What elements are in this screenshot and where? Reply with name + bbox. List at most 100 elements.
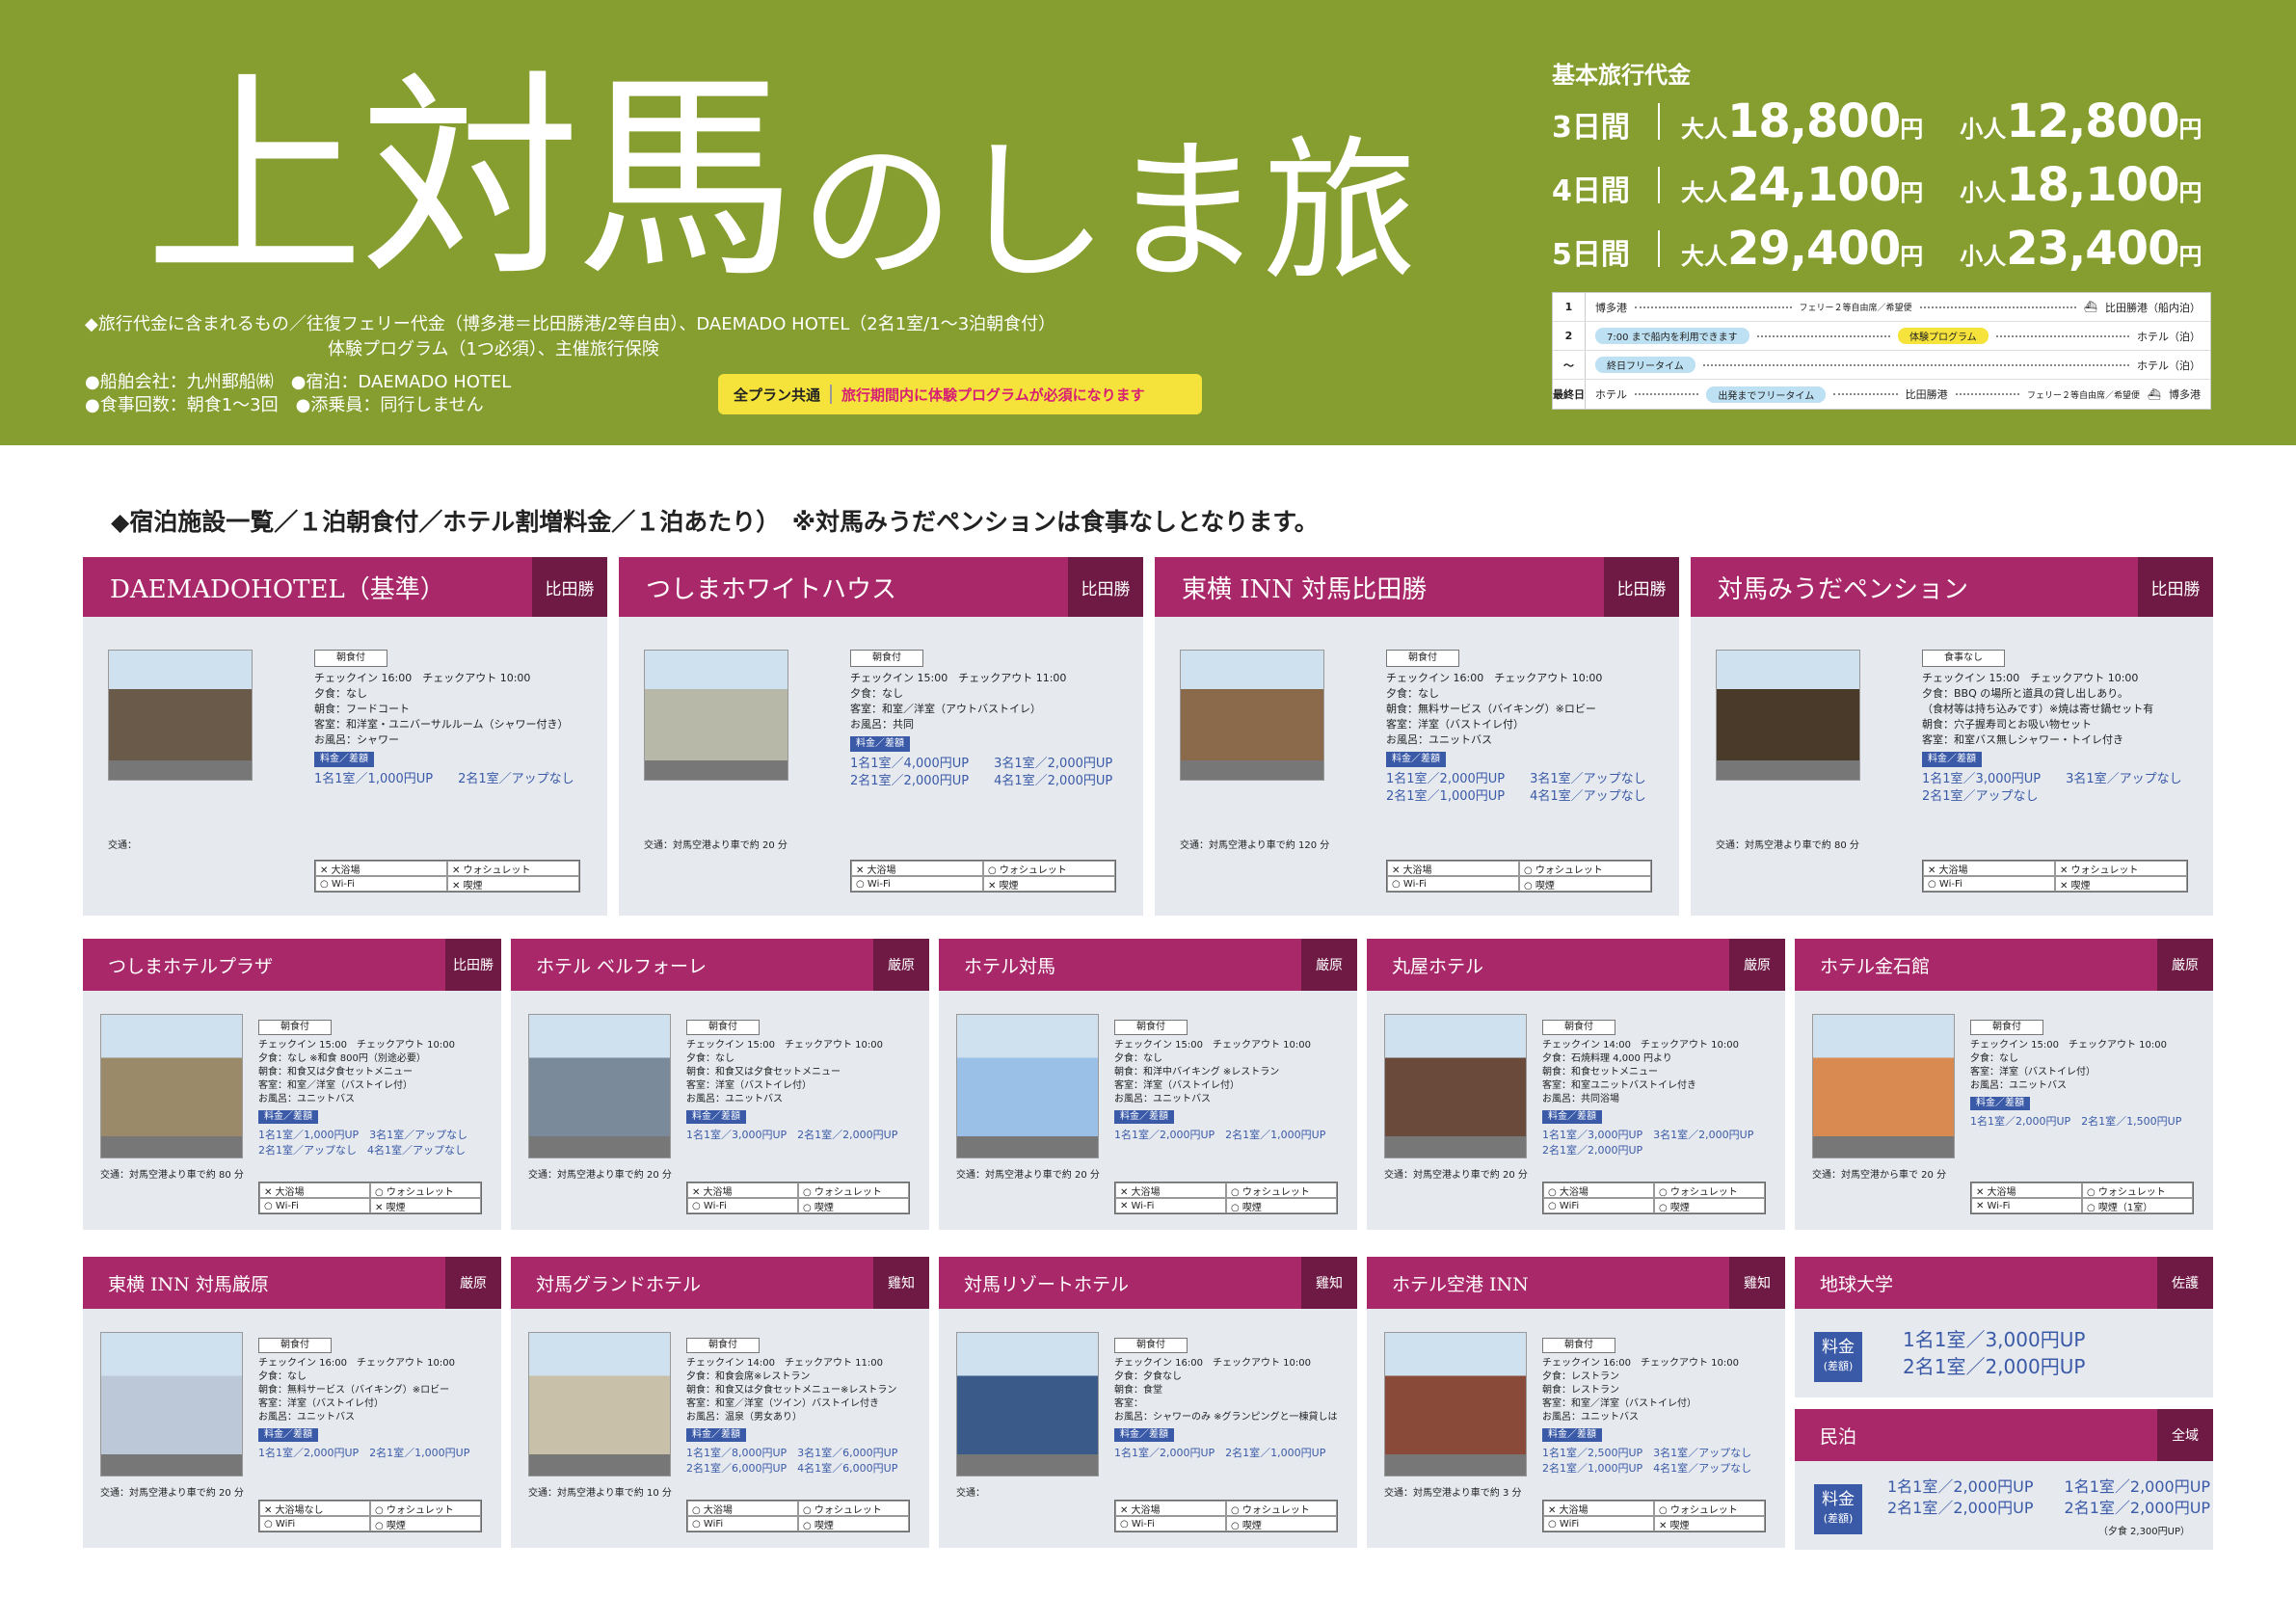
hotel-card-header: 対馬グランドホテル 雞知	[511, 1257, 929, 1309]
schedule-row: 2 7:00 まで船内を利用できます 体験プログラム ホテル（泊）	[1553, 322, 2210, 351]
amenities-grid: ✕ 大浴場なし ○ ウォシュレット ○ WiFi ○ 喫煙	[258, 1500, 482, 1532]
access-info: 交通：	[108, 840, 137, 851]
hotel-name: 対馬リゾートホテル	[964, 1273, 1130, 1295]
schedule-row: 〜終日フリータイム ホテル（泊）	[1553, 351, 2210, 380]
area-badge: 比田勝	[1068, 557, 1143, 617]
hotel-photo	[956, 1332, 1099, 1477]
hotel-photo	[1716, 650, 1860, 781]
hotel-name: 丸屋ホテル	[1392, 955, 1484, 977]
area-badge: 厳原	[1301, 939, 1357, 991]
hotel-card-header: つしまホワイトハウス 比田勝	[619, 557, 1143, 617]
hotel-photo	[644, 650, 788, 781]
chikyu-card: 地球大学 佐護 料金 (差額) 1名1室／3,000円UP 2名1室／2,000円UP	[1795, 1257, 2213, 1397]
access-info: 交通：対馬空港より車で約 20 分	[528, 1170, 672, 1181]
hotel-name: つしまホテルプラザ	[108, 955, 274, 977]
ship-icon: ⛴	[2084, 301, 2098, 313]
hotel-card-header: つしまホテルプラザ 比田勝	[83, 939, 501, 991]
info-text-2: ●食事回数：朝食1〜3回 ●添乗員：同行しません	[85, 395, 484, 415]
hotel-card-header: ホテル空港 INN 雞知	[1367, 1257, 1785, 1309]
area-badge: 比田勝	[2138, 557, 2213, 617]
amenities-grid: ✕ 大浴場 ○ ウォシュレット ✕ Wi-Fi ○ 喫煙	[1114, 1182, 1338, 1214]
hotel-photo	[1384, 1014, 1527, 1158]
access-info: 交通：	[956, 1488, 985, 1499]
hotel-photo	[956, 1014, 1099, 1158]
access-info: 交通：対馬空港より車で約 10 分	[528, 1488, 672, 1499]
hotel-details: 朝食付 チェックイン 16:00 チェックアウト 10:00 夕食：レストラン 朝食：…	[1542, 1338, 1752, 1475]
hotel-card-header: ホテル対馬 厳原	[939, 939, 1357, 991]
info-text: ●船舶会社：九州郵船㈱ ●宿泊：DAEMADO HOTEL	[85, 372, 512, 392]
area-badge: 雞知	[1301, 1257, 1357, 1309]
hotel-card: ホテル ベルフォーレ 厳原 朝食付 チェックイン 15:00 チェックアウト 10:0…	[511, 939, 929, 1230]
hotel-name: ホテル空港 INN	[1392, 1273, 1529, 1295]
area-badge: 厳原	[873, 939, 929, 991]
included-text: ◆旅行代金に含まれるもの／往復フェリー代金（博多港＝比田勝港/2等自由）、DAE…	[85, 314, 1056, 334]
amenities-grid: ✕ 大浴場 ○ ウォシュレット ○ WiFi ✕ 喫煙	[1542, 1500, 1766, 1532]
amenities-grid: ✕ 大浴場 ✕ ウォシュレット ○ Wi-Fi ✕ 喫煙	[1922, 860, 2188, 892]
hotel-photo	[528, 1014, 671, 1158]
hotel-card: ホテル空港 INN 雞知朝食付 チェックイン 16:00 チェックアウト 10:00…	[1367, 1257, 1785, 1548]
hotel-card: つしまホテルプラザ 比田勝 朝食付 チェックイン 15:00 チェックアウト 10:0…	[83, 939, 501, 1230]
amenities-grid: ✕ 大浴場 ○ ウォシュレット ○ Wi-Fi ○ 喫煙	[686, 1182, 910, 1214]
access-info: 交通：対馬空港より車で約 80 分	[100, 1170, 244, 1181]
hotel-card-header: 対馬リゾートホテル 雞知	[939, 1257, 1357, 1309]
hotel-name: 東横 INN 対馬厳原	[108, 1273, 269, 1295]
hotel-card: ホテル対馬 厳原 朝食付 チェックイン 15:00 チェックアウト 10:00 夕食：な…	[939, 939, 1357, 1230]
hotel-card: 丸屋ホテル 厳原 朝食付 チェックイン 14:00 チェックアウト 10:00 夕食：石…	[1367, 939, 1785, 1230]
hotel-card: DAEMADOHOTEL（基準） 比田勝朝食付 チェックイン 16:00 チェックア…	[83, 557, 607, 916]
access-info: 交通：対馬空港より車で約 3 分	[1384, 1488, 1522, 1499]
hotel-details: 朝食付 チェックイン 14:00 チェックアウト 10:00 夕食：石焼料理 4,0…	[1542, 1020, 1754, 1157]
access-info: 交通：対馬空港から車で 20 分	[1812, 1170, 1947, 1181]
minpaku-card: 民泊 全域 料金 (差額) 1名1室／2,000円UP 1名1室／2,000円UP 2…	[1795, 1409, 2213, 1550]
access-info: 交通：対馬空港より車で約 20 分	[644, 840, 788, 851]
hotel-details: 朝食付 チェックイン 15:00 チェックアウト 10:00 夕食：なし 客室：洋室（…	[1970, 1020, 2182, 1128]
hotel-details: 朝食付 チェックイン 14:00 チェックアウト 11:00 夕食：和食会席※レスト…	[686, 1338, 898, 1475]
schedule-row: 1 博多港 フェリー２等自由席／希望便 ⛴ 比田勝港（船内泊）	[1553, 293, 2210, 322]
amenities-grid: ✕ 大浴場 ○ ウォシュレット ✕ Wi-Fi ○ 喫煙（1室）	[1970, 1182, 2194, 1214]
hotel-name: DAEMADOHOTEL（基準）	[110, 574, 445, 604]
hotel-details: 朝食付 チェックイン 16:00 チェックアウト 10:00 夕食：なし 朝食：フード…	[314, 650, 574, 788]
hotel-card: つしまホワイトハウス 比田勝朝食付 チェックイン 15:00 チェックアウト 11:…	[619, 557, 1143, 916]
area-badge: 厳原	[2157, 939, 2213, 991]
hotel-photo	[528, 1332, 671, 1477]
hotel-name: 対馬みうだペンション	[1718, 574, 1969, 604]
area-badge: 比田勝	[1604, 557, 1679, 617]
price-label: 基本旅行代金	[1552, 62, 1691, 89]
hotel-card-header: DAEMADOHOTEL（基準） 比田勝	[83, 557, 607, 617]
amenities-grid: ✕ 大浴場 ○ ウォシュレット ○ Wi-Fi ○ 喫煙	[1386, 860, 1652, 892]
area-badge: 比田勝	[532, 557, 607, 617]
hotel-details: 朝食付 チェックイン 15:00 チェックアウト 11:00 夕食：なし 客室：和室／…	[850, 650, 1112, 790]
hotel-photo	[1384, 1332, 1527, 1477]
page-title: 上対馬 のしま旅	[145, 51, 1418, 307]
hotel-photo	[108, 650, 253, 781]
hotel-photo	[1180, 650, 1324, 781]
hotel-card: 対馬みうだペンション 比田勝 食事なし チェックイン 15:00 チェックアウト 10…	[1691, 557, 2213, 916]
amenities-grid: ✕ 大浴場 ✕ ウォシュレット ○ Wi-Fi ✕ 喫煙	[314, 860, 580, 892]
area-badge: 雞知	[873, 1257, 929, 1309]
hotel-name: 東横 INN 対馬比田勝	[1182, 574, 1428, 604]
area-badge: 厳原	[445, 1257, 501, 1309]
amenities-grid: ✕ 大浴場 ○ ウォシュレット ○ Wi-Fi ✕ 喫煙	[258, 1182, 482, 1214]
price-row: 3日間 大人 18,800 円 小人 12,800 円	[1552, 94, 2203, 148]
area-badge: 比田勝	[445, 939, 501, 991]
hotel-name: ホテル金石館	[1820, 955, 1931, 977]
hotel-details: 朝食付 チェックイン 16:00 チェックアウト 10:00 夕食：なし 朝食：無料サ…	[258, 1338, 470, 1459]
schedule-table: 1 博多港 フェリー２等自由席／希望便 ⛴ 比田勝港（船内泊） 2 7:00 まで船内を利…	[1552, 292, 2211, 410]
hotel-details: 朝食付 チェックイン 16:00 チェックアウト 10:00 夕食：なし 朝食：無料サ…	[1386, 650, 1646, 806]
hotel-card-header: 対馬みうだペンション 比田勝	[1691, 557, 2213, 617]
hotel-name: ホテル ベルフォーレ	[536, 955, 707, 977]
hotel-card-header: 東横 INN 対馬厳原 厳原	[83, 1257, 501, 1309]
hotel-photo	[100, 1014, 243, 1158]
access-info: 交通：対馬空港より車で約 20 分	[1384, 1170, 1528, 1181]
access-info: 交通：対馬空港より車で約 120 分	[1180, 840, 1330, 851]
access-info: 交通：対馬空港より車で約 20 分	[100, 1488, 244, 1499]
hotel-name: ホテル対馬	[964, 955, 1056, 977]
area-badge: 雞知	[1729, 1257, 1785, 1309]
price-row: 4日間 大人 24,100 円 小人 18,100 円	[1552, 158, 2203, 212]
access-info: 交通：対馬空港より車で約 80 分	[1716, 840, 1859, 851]
amenities-grid: ○ 大浴場 ○ ウォシュレット ○ WiFi ○ 喫煙	[686, 1500, 910, 1532]
hotel-card: 東横 INN 対馬比田勝 比田勝朝食付 チェックイン 16:00 チェックアウト 1…	[1155, 557, 1679, 916]
ship-icon: ⛴	[2148, 387, 2162, 401]
hotel-card: ホテル金石館 厳原朝食付 チェックイン 15:00 チェックアウト 10:00 夕食：…	[1795, 939, 2213, 1230]
header: 上対馬 のしま旅 ◆旅行代金に含まれるもの／往復フェリー代金（博多港＝比田勝港/…	[0, 0, 2296, 445]
common-plan-banner: 全プラン共通 旅行期間内に体験プログラムが必須になります	[718, 374, 1202, 414]
